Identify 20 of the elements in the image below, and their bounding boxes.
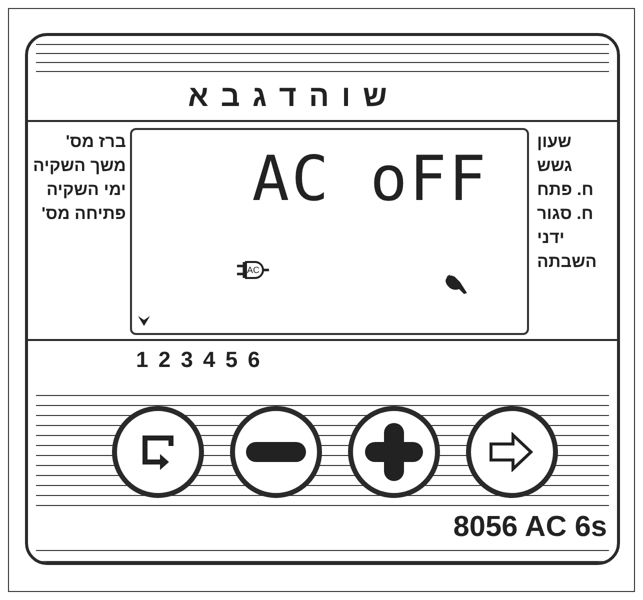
label-text: ח. סגור [537, 203, 594, 226]
label-text: השבתה [537, 251, 597, 274]
label-text: פתיחה מס' [40, 203, 126, 226]
minus-icon [246, 440, 306, 464]
caret-icon [138, 316, 150, 326]
label-text: גשש [537, 155, 572, 178]
right-arrow-icon [489, 432, 535, 472]
label-text: ברז מס' [64, 131, 126, 154]
plug-icon [236, 260, 270, 280]
label-text: ידני [537, 227, 564, 250]
label-text: שעון [537, 131, 572, 154]
plug-label: AC [247, 264, 260, 276]
label-text: משך השקיה [32, 155, 126, 178]
station-numbers: 1 2 3 4 5 6 [136, 346, 260, 373]
weekday-letters: ש ו ה ד ג ב א [188, 80, 389, 114]
model-number: 8056 AC 6s [452, 510, 608, 546]
display-readout: AC oFF [252, 144, 488, 214]
plus-icon [365, 422, 423, 481]
label-text: ח. פתח [537, 179, 594, 202]
label-text: ימי השקיה [45, 179, 126, 202]
